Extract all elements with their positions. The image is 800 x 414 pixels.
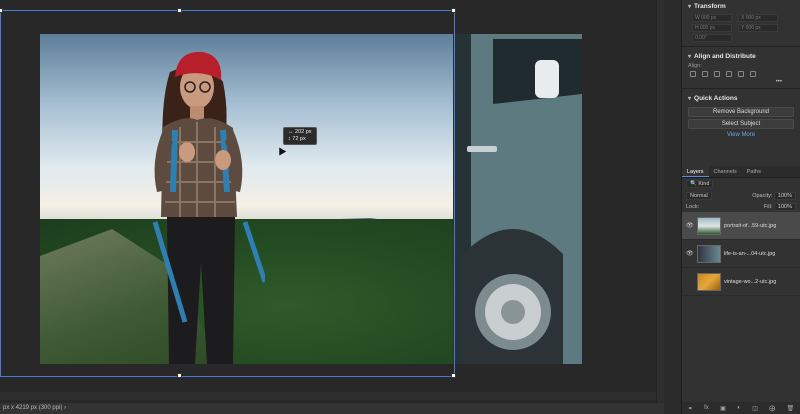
layer-row[interactable]: 👁 portrait-of...59-utc.jpg bbox=[682, 212, 800, 240]
quick-actions-title: Quick Actions bbox=[694, 95, 738, 102]
angle-field[interactable]: 0.00° bbox=[692, 34, 732, 42]
van-layer-image[interactable] bbox=[453, 34, 582, 364]
handle-top-right[interactable] bbox=[451, 8, 456, 13]
align-title: Align and Distribute bbox=[694, 53, 756, 60]
layer-name: portrait-of...59-utc.jpg bbox=[724, 222, 777, 229]
new-layer-icon[interactable]: ⨁ bbox=[769, 405, 775, 412]
divider bbox=[682, 46, 800, 47]
align-center-h-icon[interactable] bbox=[702, 71, 708, 77]
layer-row[interactable]: 👁 life-is-an-...04-utc.jpg bbox=[682, 240, 800, 268]
move-delta-tooltip: ↔ 202 px ↕ 72 px bbox=[283, 127, 317, 145]
divider bbox=[682, 88, 800, 89]
vertical-scrollbar[interactable] bbox=[656, 0, 664, 403]
align-right-icon[interactable] bbox=[714, 71, 720, 77]
portrait-layer-image[interactable] bbox=[40, 34, 453, 364]
align-icons bbox=[682, 69, 800, 79]
layer-name: life-is-an-...04-utc.jpg bbox=[724, 250, 776, 257]
chevron-down-icon: ▾ bbox=[688, 54, 692, 60]
layer-name: vintage-wo...2-utc.jpg bbox=[724, 278, 777, 285]
select-subject-button[interactable]: Select Subject bbox=[688, 119, 794, 129]
handle-top-center[interactable] bbox=[177, 8, 182, 13]
align-center-v-icon[interactable] bbox=[738, 71, 744, 77]
vintage-van bbox=[453, 34, 582, 364]
chevron-down-icon: ▾ bbox=[688, 4, 692, 10]
more-options-icon[interactable]: ••• bbox=[682, 79, 800, 85]
trash-icon[interactable]: 🗑 bbox=[787, 405, 795, 412]
layer-thumbnail bbox=[697, 272, 721, 291]
remove-background-button[interactable]: Remove Background bbox=[688, 107, 794, 117]
x-field[interactable]: X 000 px bbox=[738, 14, 778, 22]
y-field[interactable]: Y 000 px bbox=[738, 24, 778, 32]
fx-icon[interactable]: fx bbox=[704, 405, 709, 411]
right-panel: ▾ Transform W 000 px X 000 px H 000 px Y… bbox=[682, 0, 800, 414]
lock-label: Lock: bbox=[686, 204, 700, 210]
eye-icon[interactable]: 👁 bbox=[686, 222, 694, 229]
transform-section[interactable]: ▾ Transform bbox=[682, 0, 800, 13]
layer-row[interactable]: vintage-wo...2-utc.jpg bbox=[682, 268, 800, 296]
align-section[interactable]: ▾ Align and Distribute bbox=[682, 50, 800, 63]
quick-actions-section[interactable]: ▾ Quick Actions bbox=[682, 92, 800, 105]
document-size-text: px x 4219 px (300 ppi) › bbox=[3, 405, 67, 411]
layers-tabs: Layers Channels Paths bbox=[682, 166, 800, 178]
opacity-label: Opacity: bbox=[752, 193, 773, 199]
eye-icon[interactable]: 👁 bbox=[686, 250, 694, 257]
opacity-input[interactable]: 100% bbox=[773, 192, 796, 200]
height-field[interactable]: H 000 px bbox=[692, 24, 732, 32]
status-bar: px x 4219 px (300 ppi) › bbox=[0, 403, 664, 414]
layers-bottom-toolbar: ⚭ fx ▣ ◐ ◫ ⨁ 🗑 bbox=[682, 402, 800, 414]
delta-y: ↕ 72 px bbox=[288, 136, 306, 142]
mask-icon[interactable]: ▣ bbox=[720, 405, 726, 412]
align-bottom-icon[interactable] bbox=[750, 71, 756, 77]
align-left-icon[interactable] bbox=[690, 71, 696, 77]
view-more-link[interactable]: View More bbox=[682, 132, 800, 138]
blend-mode-select[interactable]: Normal bbox=[686, 192, 712, 200]
fill-input[interactable]: 100% bbox=[773, 203, 796, 211]
handle-bottom-center[interactable] bbox=[177, 373, 182, 378]
handle-bottom-right[interactable] bbox=[451, 373, 456, 378]
delta-x: ↔ 202 px bbox=[288, 129, 312, 135]
chevron-down-icon: ▾ bbox=[688, 96, 692, 102]
tab-paths[interactable]: Paths bbox=[742, 166, 766, 177]
layer-thumbnail bbox=[697, 216, 721, 235]
adjustment-icon[interactable]: ◐ bbox=[737, 405, 741, 411]
fill-label: Fill: bbox=[763, 204, 773, 210]
layer-thumbnail bbox=[697, 244, 721, 263]
kind-filter[interactable]: 🔍 Kind bbox=[686, 180, 714, 188]
panel-icon-strip bbox=[664, 0, 682, 414]
horizontal-scrollbar[interactable] bbox=[0, 392, 656, 400]
width-field[interactable]: W 000 px bbox=[692, 14, 732, 22]
link-icon[interactable]: ⚭ bbox=[688, 405, 693, 412]
woman-hiker bbox=[152, 51, 265, 364]
transform-title: Transform bbox=[694, 3, 726, 10]
tab-layers[interactable]: Layers bbox=[682, 166, 709, 177]
document-canvas[interactable]: ↔ 202 px ↕ 72 px bbox=[0, 0, 664, 414]
align-top-icon[interactable] bbox=[726, 71, 732, 77]
handle-top-left[interactable] bbox=[0, 8, 3, 13]
tab-channels[interactable]: Channels bbox=[709, 166, 742, 177]
pasteboard bbox=[582, 34, 657, 364]
folder-icon[interactable]: ◫ bbox=[752, 405, 758, 412]
